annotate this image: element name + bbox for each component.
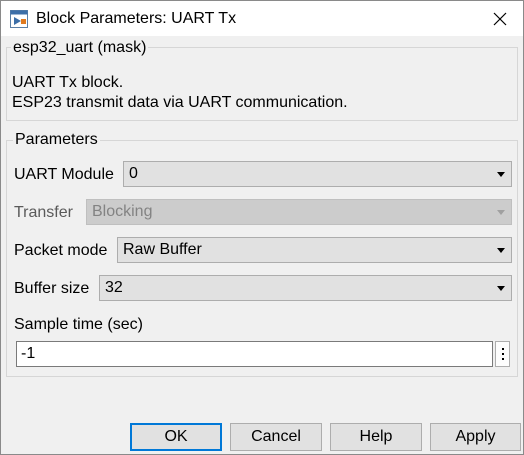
chevron-down-icon bbox=[497, 286, 505, 291]
chevron-down-icon bbox=[497, 248, 505, 253]
window-title: Block Parameters: UART Tx bbox=[36, 10, 237, 27]
sample-time-label: Sample time (sec) bbox=[14, 316, 143, 333]
simulink-block-icon bbox=[10, 10, 28, 28]
sample-time-value: -1 bbox=[21, 345, 36, 362]
vertical-dots-icon bbox=[501, 348, 504, 350]
close-button[interactable] bbox=[477, 1, 523, 36]
mask-description-line2: ESP23 transmit data via UART communicati… bbox=[12, 94, 348, 111]
buffer-size-label: Buffer size bbox=[14, 280, 90, 297]
buffer-size-dropdown[interactable]: 32 bbox=[99, 275, 512, 301]
chevron-down-icon bbox=[497, 210, 505, 215]
more-options-button[interactable] bbox=[495, 341, 510, 367]
parameters-group-title: Parameters bbox=[13, 131, 100, 149]
title-bar[interactable]: Block Parameters: UART Tx bbox=[1, 1, 523, 36]
apply-button[interactable]: Apply bbox=[430, 423, 521, 451]
cancel-button[interactable]: Cancel bbox=[230, 423, 322, 451]
help-button[interactable]: Help bbox=[330, 423, 422, 451]
chevron-down-icon bbox=[497, 172, 505, 177]
dialog-window: Block Parameters: UART Tx esp32_uart (ma… bbox=[0, 0, 524, 455]
mask-group-title: esp32_uart (mask) bbox=[11, 39, 149, 57]
sample-time-input[interactable]: -1 bbox=[16, 341, 493, 367]
buffer-size-value: 32 bbox=[105, 279, 123, 296]
ok-button[interactable]: OK bbox=[130, 423, 222, 451]
close-icon bbox=[493, 12, 507, 25]
packet-mode-label: Packet mode bbox=[14, 242, 108, 259]
uart-module-dropdown[interactable]: 0 bbox=[123, 161, 512, 187]
packet-mode-value: Raw Buffer bbox=[123, 241, 202, 258]
vertical-dots-icon-dot bbox=[501, 353, 504, 355]
mask-description-line1: UART Tx block. bbox=[12, 74, 124, 91]
transfer-label: Transfer bbox=[14, 204, 73, 221]
uart-module-value: 0 bbox=[129, 165, 138, 182]
transfer-dropdown: Blocking bbox=[86, 199, 512, 225]
vertical-dots-icon-dot bbox=[501, 358, 504, 360]
packet-mode-dropdown[interactable]: Raw Buffer bbox=[117, 237, 512, 263]
transfer-value: Blocking bbox=[92, 203, 153, 220]
uart-module-label: UART Module bbox=[14, 166, 114, 183]
